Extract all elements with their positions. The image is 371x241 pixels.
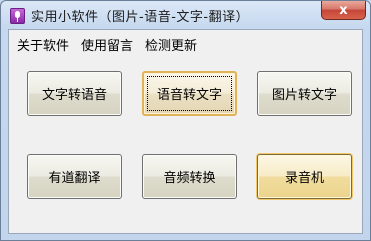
main-panel: 关于软件 使用留言 检测更新 文字转语音 语音转文字 图片转文字 有道翻译 音频… <box>8 29 363 234</box>
recorder-button[interactable]: 录音机 <box>257 154 352 199</box>
image-to-text-button[interactable]: 图片转文字 <box>257 71 352 116</box>
youdao-translate-button[interactable]: 有道翻译 <box>27 154 122 199</box>
menu-check-update[interactable]: 检测更新 <box>145 35 197 54</box>
audio-convert-label: 音频转换 <box>163 171 216 186</box>
window-title: 实用小软件（图片-语音-文字-翻译） <box>31 10 250 25</box>
text-to-speech-button[interactable]: 文字转语音 <box>27 71 122 116</box>
focus-indicator <box>147 76 232 111</box>
title-bar[interactable]: 实用小软件（图片-语音-文字-翻译） x <box>1 1 370 29</box>
text-to-speech-label: 文字转语音 <box>41 88 107 103</box>
close-icon: x <box>339 2 348 18</box>
menu-bar: 关于软件 使用留言 检测更新 <box>9 30 362 55</box>
microphone-app-icon <box>10 8 25 24</box>
recorder-label: 录音机 <box>284 171 324 186</box>
menu-about[interactable]: 关于软件 <box>17 35 69 54</box>
close-button[interactable]: x <box>321 1 366 20</box>
audio-convert-button[interactable]: 音频转换 <box>142 154 237 199</box>
image-to-text-label: 图片转文字 <box>271 88 337 103</box>
app-window: 实用小软件（图片-语音-文字-翻译） x 关于软件 使用留言 检测更新 文字转语… <box>0 0 371 241</box>
youdao-translate-label: 有道翻译 <box>48 171 101 186</box>
menu-feedback[interactable]: 使用留言 <box>81 35 133 54</box>
speech-to-text-button[interactable]: 语音转文字 <box>142 71 237 116</box>
